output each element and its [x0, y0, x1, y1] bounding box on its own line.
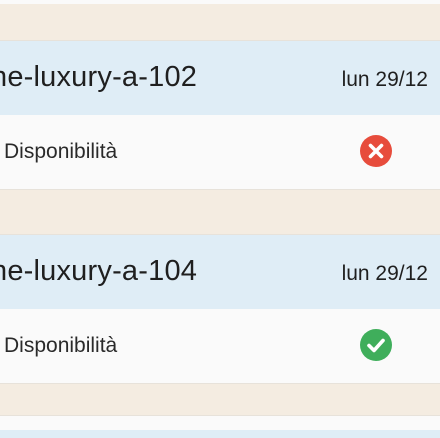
x-circle-icon	[360, 135, 392, 167]
availability-label: Disponibilità	[4, 140, 118, 163]
availability-label: Disponibilità	[4, 334, 118, 357]
availability-row: Disponibilità	[0, 115, 440, 189]
check-circle-icon	[360, 329, 392, 361]
room-name: ne-luxury-a-102	[0, 61, 198, 93]
booking-card[interactable]: ne-luxury-a-102 lun 29/12 Disponibilità	[0, 40, 440, 190]
booking-card-header: ne-luxury-a-102 lun 29/12	[0, 41, 440, 115]
next-booking-card-header	[0, 430, 440, 438]
booking-list: ne-luxury-a-102 lun 29/12 Disponibilità …	[0, 0, 440, 438]
booking-card[interactable]: ne-luxury-a-104 lun 29/12 Disponibilità	[0, 234, 440, 384]
booking-card-header: ne-luxury-a-104 lun 29/12	[0, 235, 440, 309]
availability-row: Disponibilità	[0, 309, 440, 383]
previous-card-edge	[0, 0, 440, 4]
booking-date: lun 29/12	[341, 68, 428, 91]
room-name: ne-luxury-a-104	[0, 255, 198, 287]
next-booking-card[interactable]	[0, 415, 440, 438]
booking-date: lun 29/12	[341, 262, 428, 285]
